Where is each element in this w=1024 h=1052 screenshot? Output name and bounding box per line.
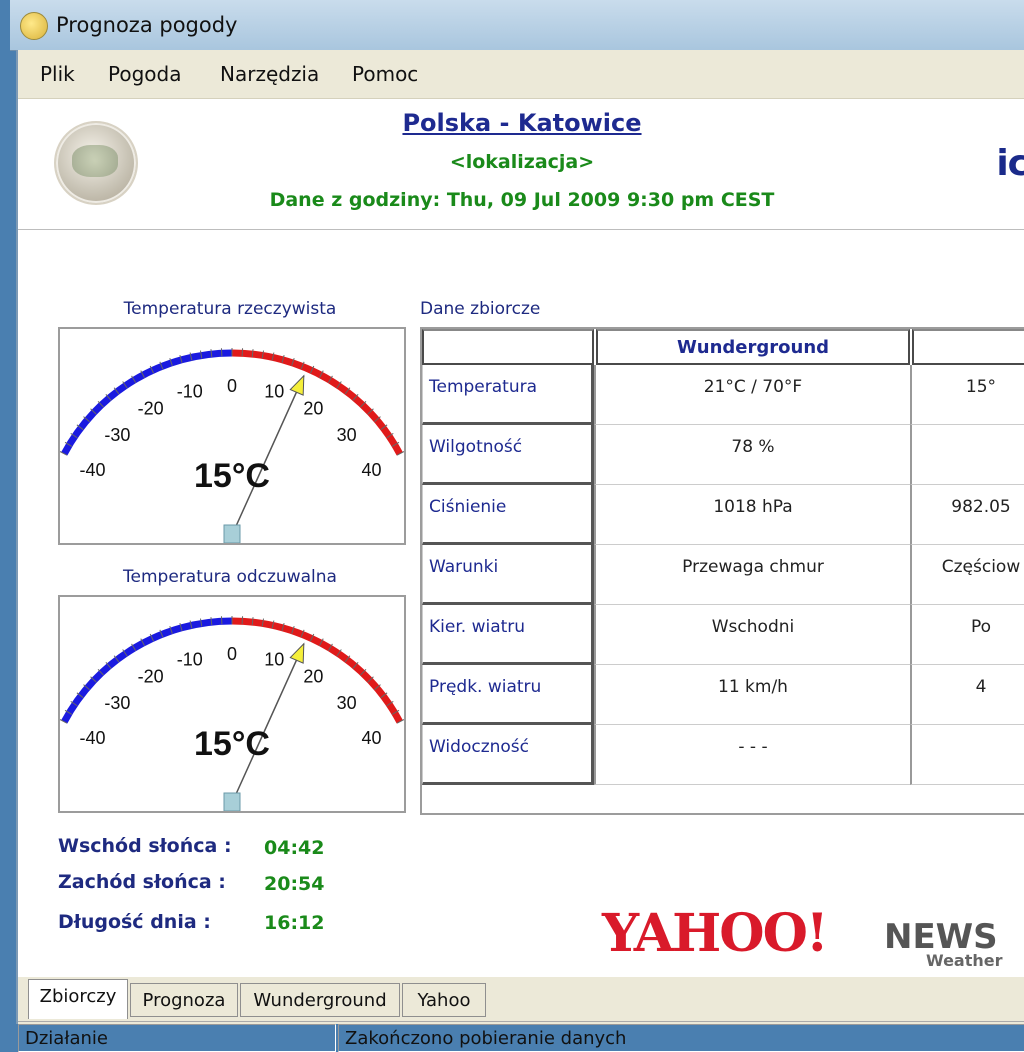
menu-pomoc[interactable]: Pomoc bbox=[352, 62, 418, 86]
summary-table: Wunderground Temperatura 21°C / 70°F 15°… bbox=[420, 327, 1024, 815]
table-header-blank bbox=[422, 329, 594, 365]
sun-icon[interactable] bbox=[20, 12, 48, 40]
gauge-actual-dial: -40 -30 -20 -10 0 10 20 3040 15°C bbox=[60, 329, 404, 543]
table-header-yahoo[interactable] bbox=[912, 329, 1024, 365]
table-cell: - - - bbox=[594, 725, 910, 785]
tab-prognoza[interactable]: Prognoza bbox=[130, 983, 238, 1017]
gauge-pivot bbox=[224, 525, 240, 543]
gauge-tick-label: -10 bbox=[177, 650, 203, 670]
gauge-tick-label: 10 bbox=[264, 382, 284, 402]
gauge-tick-label: 30 bbox=[337, 693, 357, 713]
sunrise-label: Wschód słońca : bbox=[58, 835, 232, 857]
table-cell: Przewaga chmur bbox=[594, 545, 910, 605]
gauge-tick-label: 20 bbox=[303, 667, 323, 687]
table-title: Dane zbiorcze bbox=[420, 299, 540, 319]
status-bar: Działanie Zakończono pobieranie danych bbox=[18, 1021, 1024, 1052]
gauge-tick-label: 40 bbox=[361, 460, 381, 480]
gauge-title-actual: Temperatura rzeczywista bbox=[58, 299, 402, 319]
status-action: Działanie bbox=[18, 1024, 336, 1052]
gauge-tick-label: 30 bbox=[337, 425, 357, 445]
tab-strip: Zbiorczy Prognoza Wunderground Yahoo bbox=[18, 977, 1024, 1021]
day-length-value: 16:12 bbox=[264, 912, 324, 934]
title-bar[interactable]: Prognoza pogody bbox=[10, 0, 1024, 51]
table-row-label: Kier. wiatru bbox=[422, 605, 594, 665]
table-row-label: Prędk. wiatru bbox=[422, 665, 594, 725]
table-cell: Wschodni bbox=[594, 605, 910, 665]
gauge-value-text: 15°C bbox=[194, 725, 270, 763]
table-row-label: Widoczność bbox=[422, 725, 594, 785]
gauge-value-text: 15°C bbox=[194, 457, 270, 495]
gauge-needle-head bbox=[290, 376, 304, 395]
data-timestamp: Dane z godziny: Thu, 09 Jul 2009 9:30 pm… bbox=[18, 189, 1024, 211]
window-title: Prognoza pogody bbox=[56, 13, 237, 37]
sunrise-value: 04:42 bbox=[264, 837, 324, 859]
gauge-pivot bbox=[224, 793, 240, 811]
table-cell: 15° bbox=[910, 365, 1024, 425]
gauge-tick-label: -40 bbox=[79, 728, 105, 748]
tab-wunderground[interactable]: Wunderground bbox=[240, 983, 400, 1017]
table-row-label: Wilgotność bbox=[422, 425, 594, 485]
table-cell: 78 % bbox=[594, 425, 910, 485]
day-length-label: Długość dnia : bbox=[58, 911, 211, 933]
gauge-tick-label: -30 bbox=[104, 693, 130, 713]
table-row-label: Temperatura bbox=[422, 365, 594, 425]
sunset-label: Zachód słońca : bbox=[58, 871, 226, 893]
table-cell: 11 km/h bbox=[594, 665, 910, 725]
tab-zbiorczy[interactable]: Zbiorczy bbox=[28, 979, 128, 1019]
table-row-label: Ciśnienie bbox=[422, 485, 594, 545]
summary-panel: Polska - Katowice <lokalizacja> Dane z g… bbox=[18, 99, 1024, 977]
menu-narzedzia[interactable]: Narzędzia bbox=[220, 62, 319, 86]
client-area: Plik Pogoda Narzędzia Pomoc Polska - Kat… bbox=[16, 50, 1024, 1024]
gauge-tick-label: -10 bbox=[177, 382, 203, 402]
gauge-tick-label: -40 bbox=[79, 460, 105, 480]
tab-yahoo[interactable]: Yahoo bbox=[402, 983, 486, 1017]
gauge-tick-label: 0 bbox=[227, 376, 237, 396]
menu-bar: Plik Pogoda Narzędzia Pomoc bbox=[18, 50, 1024, 99]
gauge-feels-like: -40 -30 -20 -10 0 10 20 3040 15°C bbox=[58, 595, 406, 813]
menu-plik[interactable]: Plik bbox=[40, 62, 75, 86]
table-cell: Po bbox=[910, 605, 1024, 665]
table-cell: 21°C / 70°F bbox=[594, 365, 910, 425]
localization-label: <lokalizacja> bbox=[18, 151, 1024, 173]
gauge-tick-label: 0 bbox=[227, 644, 237, 664]
gauge-tick-label: 10 bbox=[264, 650, 284, 670]
gauge-actual: -40 -30 -20 -10 0 10 20 3040 15°C bbox=[58, 327, 406, 545]
table-row-label: Warunki bbox=[422, 545, 594, 605]
table-cell: 1018 hPa bbox=[594, 485, 910, 545]
gauge-needle-head bbox=[290, 644, 304, 663]
sunset-value: 20:54 bbox=[264, 873, 324, 895]
gauge-tick-label: -30 bbox=[104, 425, 130, 445]
location-title[interactable]: Polska - Katowice bbox=[18, 109, 1024, 137]
yahoo-logo[interactable]: YAHOO! bbox=[602, 903, 827, 964]
status-message: Zakończono pobieranie danych bbox=[338, 1024, 1024, 1052]
table-cell: 982.05 bbox=[910, 485, 1024, 545]
provider-logo: ic bbox=[996, 143, 1024, 184]
table-cell bbox=[910, 725, 1024, 785]
weather-logo-sub: Weather bbox=[926, 951, 1003, 970]
gauge-tick-label: 40 bbox=[361, 728, 381, 748]
table-cell: 4 bbox=[910, 665, 1024, 725]
gauge-feels-like-dial: -40 -30 -20 -10 0 10 20 3040 15°C bbox=[60, 597, 404, 811]
table-header-wunderground[interactable]: Wunderground bbox=[596, 329, 910, 365]
location-header: Polska - Katowice <lokalizacja> Dane z g… bbox=[18, 99, 1024, 230]
table-cell: Częściow bbox=[910, 545, 1024, 605]
table-cell bbox=[910, 425, 1024, 485]
gauge-tick-label: -20 bbox=[138, 399, 164, 419]
gauge-title-feels-like: Temperatura odczuwalna bbox=[58, 567, 402, 587]
menu-pogoda[interactable]: Pogoda bbox=[108, 62, 181, 86]
gauge-tick-label: 20 bbox=[303, 399, 323, 419]
app-window: Prognoza pogody Plik Pogoda Narzędzia Po… bbox=[10, 0, 1024, 1024]
gauge-tick-label: -20 bbox=[138, 667, 164, 687]
